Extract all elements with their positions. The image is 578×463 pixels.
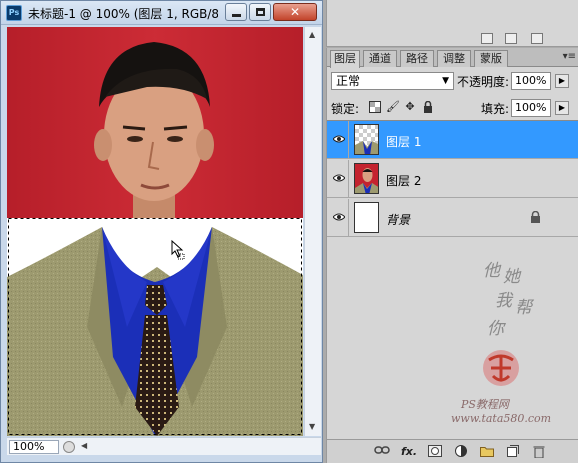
- photoshop-app-icon: Ps: [6, 5, 22, 21]
- panel-trash-icon[interactable]: [531, 33, 543, 44]
- document-window: Ps 未标题-1 @ 100% (图层 1, RGB/8... ✕ ▲ ▼ 10…: [0, 0, 323, 463]
- opacity-input[interactable]: 100%: [511, 72, 551, 90]
- lock-label: 锁定:: [331, 102, 360, 116]
- layer-row-1[interactable]: 图层 1: [327, 121, 578, 159]
- fill-label: 填充:: [481, 102, 510, 116]
- group-icon[interactable]: [479, 445, 495, 459]
- scroll-up-icon[interactable]: ▲: [309, 30, 315, 39]
- lock-brush-icon[interactable]: 🖌: [386, 101, 400, 113]
- layer-name[interactable]: 图层 1: [386, 133, 421, 150]
- fill-slider-button[interactable]: ▶: [555, 101, 569, 115]
- panel-ban-icon[interactable]: [481, 33, 493, 44]
- scroll-down-icon[interactable]: ▼: [309, 422, 315, 431]
- status-info-icon[interactable]: [63, 441, 75, 453]
- canvas-image: [7, 27, 303, 436]
- layers-panel: 图层 通道 路径 调整 蒙版 ▾≡ 正常 ▼ 不透明度: 100% ▶ 锁定: …: [326, 48, 578, 463]
- lock-all-icon[interactable]: [422, 100, 434, 113]
- visibility-toggle[interactable]: [329, 160, 349, 198]
- document-canvas[interactable]: [7, 27, 303, 436]
- eye-icon: [333, 135, 345, 143]
- watermark-site-name: PS教程网: [461, 398, 509, 411]
- watermark-url: www.tata580.com: [451, 412, 552, 425]
- layer-thumbnail: [354, 163, 379, 194]
- close-icon: ✕: [289, 5, 301, 19]
- tab-layers[interactable]: 图层: [330, 50, 360, 68]
- close-button[interactable]: ✕: [273, 3, 317, 21]
- blend-mode-select[interactable]: 正常 ▼: [331, 72, 454, 90]
- red-seal-icon: [483, 350, 519, 386]
- layer-name[interactable]: 图层 2: [386, 172, 421, 189]
- fx-icon[interactable]: fx.: [399, 445, 419, 459]
- maximize-icon: [256, 8, 265, 16]
- panel-tabs: 图层 通道 路径 调整 蒙版 ▾≡: [327, 48, 578, 68]
- lock-icon: [531, 211, 540, 223]
- tab-channels[interactable]: 通道: [363, 50, 397, 67]
- eye-icon: [333, 213, 345, 221]
- chevron-down-icon: ▼: [442, 76, 449, 86]
- blend-mode-value: 正常: [336, 74, 361, 88]
- new-layer-icon[interactable]: [505, 445, 521, 459]
- layer-thumbnail: [354, 202, 379, 233]
- layer-thumbnail: [354, 124, 379, 155]
- eye-icon: [333, 174, 345, 182]
- layer-row-2[interactable]: 图层 2: [327, 160, 578, 198]
- layers-panel-footer: fx.: [327, 439, 578, 463]
- layer-name[interactable]: 背景: [386, 211, 410, 228]
- opacity-label: 不透明度:: [457, 75, 510, 89]
- upper-panel: [326, 0, 578, 47]
- document-titlebar[interactable]: Ps 未标题-1 @ 100% (图层 1, RGB/8... ✕: [1, 1, 322, 25]
- mask-icon[interactable]: [427, 445, 443, 459]
- tab-masks[interactable]: 蒙版: [474, 50, 508, 67]
- panel-menu-icon[interactable]: ▾≡: [563, 51, 576, 62]
- photoshop-workspace: Ps 未标题-1 @ 100% (图层 1, RGB/8... ✕ ▲ ▼ 10…: [0, 0, 578, 463]
- document-title: 未标题-1 @ 100% (图层 1, RGB/8...: [28, 7, 218, 21]
- vertical-scrollbar[interactable]: ▲ ▼: [304, 27, 321, 436]
- visibility-toggle[interactable]: [329, 121, 349, 159]
- document-statusbar: 100% ◀: [7, 437, 321, 455]
- fill-input[interactable]: 100%: [511, 99, 551, 117]
- link-icon[interactable]: [373, 445, 391, 459]
- visibility-toggle[interactable]: [329, 199, 349, 237]
- scroll-left-icon[interactable]: ◀: [81, 441, 87, 450]
- minimize-button[interactable]: [225, 3, 247, 21]
- tab-adjustments[interactable]: 调整: [437, 50, 471, 67]
- panel-new-icon[interactable]: [505, 33, 517, 44]
- tab-paths[interactable]: 路径: [400, 50, 434, 67]
- opacity-slider-button[interactable]: ▶: [555, 74, 569, 88]
- lock-move-icon[interactable]: ✥: [404, 101, 416, 113]
- maximize-button[interactable]: [249, 3, 271, 21]
- layer-list: 图层 1 图层 2 背景: [327, 120, 578, 237]
- lock-transparent-icon[interactable]: [369, 101, 381, 113]
- adjustment-icon[interactable]: [453, 445, 469, 459]
- layer-row-background[interactable]: 背景: [327, 199, 578, 237]
- zoom-level-field[interactable]: 100%: [9, 440, 59, 454]
- minimize-icon: [232, 14, 241, 17]
- trash-icon[interactable]: [531, 445, 547, 459]
